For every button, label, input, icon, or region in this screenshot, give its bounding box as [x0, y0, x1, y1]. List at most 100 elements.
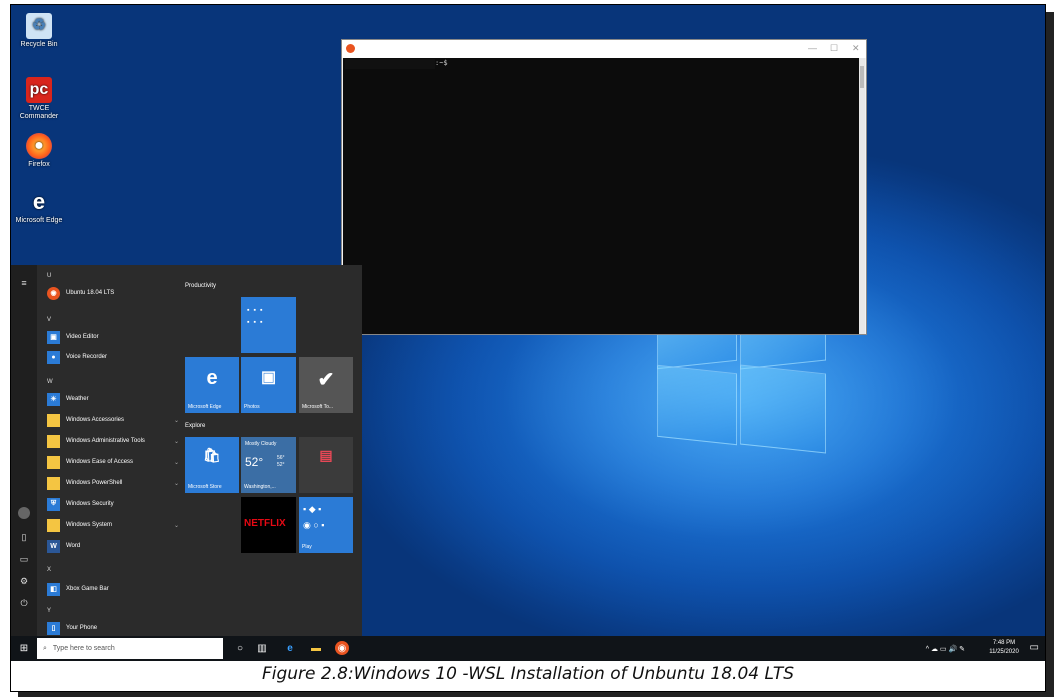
- folder-icon: [47, 434, 60, 448]
- figure-border: ♻ Recycle Bin pc TWCE Commander ● Firefo…: [10, 4, 1046, 692]
- phone-icon: ▯: [47, 621, 60, 635]
- chevron-down-icon: ⌄: [173, 480, 179, 487]
- clock-time[interactable]: 7:48 PM: [985, 640, 1023, 646]
- wallpaper-pane: [740, 364, 826, 454]
- app-label: Windows Accessories: [66, 417, 125, 423]
- video-editor-icon: ▣: [47, 330, 60, 344]
- ubuntu-logo-icon: [346, 44, 355, 53]
- app-video-editor[interactable]: ▣ Video Editor: [47, 329, 183, 345]
- app-label: Windows System: [66, 522, 113, 528]
- folder-icon: [47, 518, 60, 532]
- folder-icon: [47, 476, 60, 490]
- group-label-explore[interactable]: Explore: [185, 423, 205, 429]
- section-letter[interactable]: V: [47, 317, 51, 323]
- office-apps-icon: ▪▪▪ ▪▪▪: [247, 307, 267, 326]
- tray-icons[interactable]: ^ ☁ ▭ 🔊 ✎: [926, 645, 965, 653]
- desktop: ♻ Recycle Bin pc TWCE Commander ● Firefo…: [11, 5, 1045, 661]
- ubuntu-icon: ◉: [47, 286, 60, 300]
- app-word[interactable]: W Word: [47, 538, 183, 554]
- search-placeholder: Type here to search: [52, 645, 115, 652]
- section-letter[interactable]: X: [47, 567, 51, 573]
- folder-icon: [47, 413, 60, 427]
- settings-gear-icon[interactable]: ⚙: [18, 575, 30, 587]
- tile-microsoft-edge[interactable]: e Microsoft Edge: [185, 357, 239, 413]
- edge-icon[interactable]: e: [283, 641, 297, 655]
- play-apps-icon: ▪ ◆ ▪ ◉ ○ ▪: [303, 504, 325, 530]
- close-button[interactable]: ✕: [852, 43, 860, 54]
- terminal-body[interactable]: :~$: [343, 58, 860, 334]
- chevron-down-icon: ⌄: [173, 522, 179, 529]
- file-explorer-icon[interactable]: ▬: [309, 641, 323, 655]
- terminal-titlebar[interactable]: — ☐ ✕: [342, 40, 866, 58]
- terminal-prompt: :~$: [435, 59, 448, 67]
- firefox-icon: ●: [26, 133, 52, 159]
- desktop-icon-firefox[interactable]: ● Firefox: [13, 133, 65, 169]
- ubuntu-terminal-window[interactable]: — ☐ ✕ :~$: [341, 39, 867, 335]
- task-view-icon[interactable]: ▥: [255, 641, 269, 655]
- redacted-username: [345, 59, 435, 69]
- app-windows-accessories[interactable]: Windows Accessories ⌄: [47, 412, 183, 428]
- clock-date[interactable]: 11/25/2020: [985, 649, 1023, 655]
- power-icon[interactable]: ⏻: [18, 597, 30, 609]
- taskbar-search-box[interactable]: ⌕ Type here to search: [37, 638, 223, 659]
- chevron-down-icon: ⌄: [173, 438, 179, 445]
- pdf-app-icon: pc: [26, 77, 52, 103]
- search-icon: ⌕: [43, 644, 47, 652]
- desktop-icon-twce[interactable]: pc TWCE Commander: [13, 77, 65, 121]
- app-voice-recorder[interactable]: ● Voice Recorder: [47, 349, 183, 365]
- folder-icon: [47, 455, 60, 469]
- start-app-list: U ◉ Ubuntu 18.04 LTS V ▣ Video Editor ● …: [41, 265, 181, 636]
- app-ubuntu[interactable]: ◉ Ubuntu 18.04 LTS: [47, 285, 183, 301]
- cortana-icon[interactable]: ○: [233, 641, 247, 655]
- checkmark-icon: ✔: [317, 369, 335, 391]
- desktop-icon-recycle-bin[interactable]: ♻ Recycle Bin: [13, 13, 65, 49]
- tile-microsoft-todo[interactable]: ✔ Microsoft To...: [299, 357, 353, 413]
- notification-icon[interactable]: ▭: [1030, 642, 1039, 653]
- store-bag-icon: 🛍: [203, 447, 221, 463]
- start-rail: ≡ ▯ ▭ ⚙ ⏻: [11, 265, 37, 636]
- tile-netflix[interactable]: NETFLIX: [241, 497, 296, 553]
- minimize-button[interactable]: —: [808, 43, 817, 53]
- weather-icon: ☀: [47, 392, 60, 406]
- terminal-scrollbar[interactable]: [859, 58, 865, 334]
- ubuntu-taskbar-icon[interactable]: ◉: [335, 641, 349, 655]
- tile-weather[interactable]: Mostly Cloudy 52° 56° 52° Washington,...: [241, 437, 296, 493]
- app-xbox-game-bar[interactable]: ◧ Xbox Game Bar: [47, 581, 183, 597]
- figure-frame: ♻ Recycle Bin pc TWCE Commander ● Firefo…: [0, 0, 1056, 699]
- weather-high: 56°: [277, 455, 285, 461]
- tile-label: Photos: [244, 404, 260, 410]
- tile-photos[interactable]: ▣ Photos: [241, 357, 296, 413]
- section-letter[interactable]: W: [47, 379, 53, 385]
- app-your-phone[interactable]: ▯ Your Phone: [47, 620, 183, 636]
- windows-start-icon[interactable]: ⊞: [17, 641, 31, 655]
- section-letter[interactable]: U: [47, 273, 51, 279]
- app-windows-security[interactable]: ⛨ Windows Security: [47, 496, 183, 512]
- xbox-game-bar-icon: ◧: [47, 582, 60, 596]
- tile-microsoft-store[interactable]: 🛍 Microsoft Store: [185, 437, 239, 493]
- pictures-icon[interactable]: ▭: [18, 553, 30, 565]
- documents-icon[interactable]: ▯: [18, 531, 30, 543]
- app-weather[interactable]: ☀ Weather: [47, 391, 183, 407]
- maximize-button[interactable]: ☐: [830, 43, 838, 54]
- tile-label: Microsoft Edge: [188, 404, 222, 410]
- tile-office-apps[interactable]: ▪▪▪ ▪▪▪: [241, 297, 296, 353]
- scrollbar-thumb[interactable]: [860, 66, 864, 88]
- microphone-icon: ●: [47, 350, 60, 364]
- weather-condition: Mostly Cloudy: [245, 441, 277, 447]
- group-label-productivity[interactable]: Productivity: [185, 283, 216, 289]
- chevron-down-icon: ⌄: [173, 459, 179, 466]
- user-avatar-icon[interactable]: [18, 507, 30, 519]
- section-letter[interactable]: Y: [47, 608, 51, 614]
- tile-play[interactable]: ▪ ◆ ▪ ◉ ○ ▪ Play: [299, 497, 353, 553]
- taskbar: ⊞ ⌕ Type here to search ○ ▥ e ▬ ◉ ^ ☁ ▭ …: [11, 636, 1045, 661]
- tile-news[interactable]: ▤: [299, 437, 353, 493]
- app-windows-system[interactable]: Windows System ⌄: [47, 517, 183, 533]
- chevron-down-icon: ⌄: [173, 417, 179, 424]
- desktop-icon-edge[interactable]: e Microsoft Edge: [13, 189, 65, 225]
- app-windows-ease-of-access[interactable]: Windows Ease of Access ⌄: [47, 454, 183, 470]
- hamburger-menu-icon[interactable]: ≡: [18, 277, 30, 289]
- app-windows-admin-tools[interactable]: Windows Administrative Tools ⌄: [47, 433, 183, 449]
- app-label: Xbox Game Bar: [66, 586, 109, 592]
- photos-icon: ▣: [260, 369, 277, 386]
- app-windows-powershell[interactable]: Windows PowerShell ⌄: [47, 475, 183, 491]
